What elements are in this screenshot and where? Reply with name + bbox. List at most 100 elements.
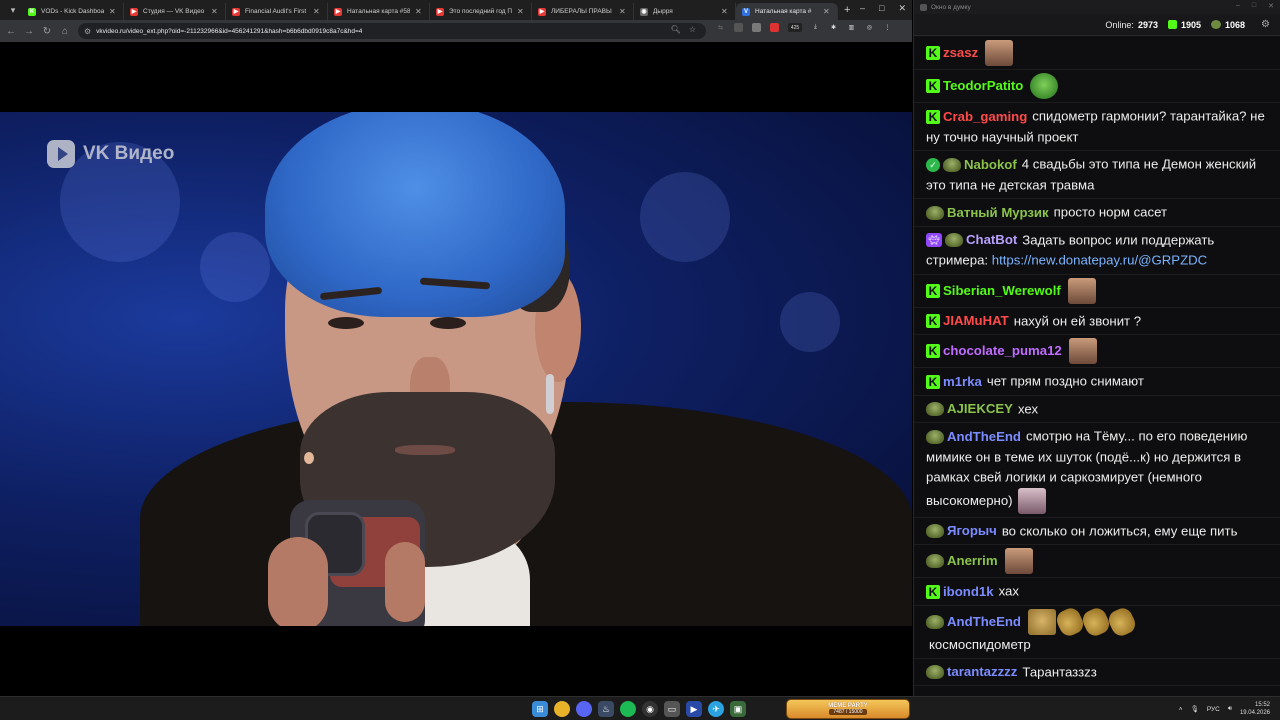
chat-link[interactable]: https://new.donatepay.ru/@GRPZDC xyxy=(992,253,1207,268)
microphone-icon[interactable]: 🎙︎ xyxy=(1191,705,1199,713)
browser-tab[interactable]: ▶ Натальная карта #58 Ä ✕ xyxy=(328,3,430,20)
sidebar-icon[interactable]: ▥ xyxy=(847,23,856,32)
chat-message-text: чет прям поздно снимают xyxy=(986,373,1144,389)
new-tab-button[interactable]: + xyxy=(844,4,850,16)
watermark-text: VK Видео xyxy=(83,143,175,164)
spotify-icon[interactable] xyxy=(620,701,636,717)
chat-username[interactable]: zsasz xyxy=(943,45,978,60)
chrome-icon[interactable] xyxy=(554,701,570,717)
site-info-icon[interactable]: ⚙ xyxy=(84,27,91,36)
chat-username[interactable]: AndTheEnd xyxy=(947,429,1021,444)
video-frame[interactable]: VK Видео xyxy=(0,112,912,626)
tab-close-icon[interactable]: ✕ xyxy=(619,7,627,16)
maximize-button[interactable]: □ xyxy=(879,3,884,14)
chat-username[interactable]: Ватный Мурзик xyxy=(947,205,1049,220)
steam-icon[interactable]: ♨ xyxy=(598,701,614,717)
obs-icon[interactable]: ◉ xyxy=(642,701,658,717)
chat-message: ✓ Nabokof 4 свадьбы это типа не Демон женс… xyxy=(914,151,1280,200)
chat-message: tarantazzzz Тарантаззzз xyxy=(914,659,1280,687)
tab-close-icon[interactable]: ✕ xyxy=(211,7,219,16)
chat-username[interactable]: chocolate_puma12 xyxy=(943,343,1062,358)
settings-gear-icon[interactable]: ⚙ xyxy=(1261,19,1270,30)
tab-close-icon[interactable]: ✕ xyxy=(415,7,423,16)
browser-tab[interactable]: ▶ Это последний год Пу ✕ xyxy=(430,3,532,20)
chat-username[interactable]: Ягорыч xyxy=(947,523,997,538)
cast-icon[interactable]: ⇆ xyxy=(716,23,725,32)
browser-tab[interactable]: V Натальная карта # ✕ xyxy=(736,3,838,20)
language-indicator[interactable]: РУС xyxy=(1207,706,1220,713)
tab-search-icon[interactable]: ▾ xyxy=(4,3,22,17)
extension-icon[interactable] xyxy=(734,23,743,32)
puzzle-icon[interactable]: ✱ xyxy=(829,23,838,32)
chat-username[interactable]: AndTheEnd xyxy=(947,614,1021,629)
extension-icon[interactable] xyxy=(770,23,779,32)
chat-username[interactable]: tarantazzzz xyxy=(947,664,1017,679)
discord-icon[interactable] xyxy=(576,701,592,717)
chat-username[interactable]: Anerrim xyxy=(947,553,998,568)
url-text[interactable]: vkvideo.ru/video_ext.php?oid=-211232966&… xyxy=(96,28,362,35)
tab-close-icon[interactable]: ✕ xyxy=(721,7,729,16)
clock[interactable]: 15:52 19.04.2026 xyxy=(1240,701,1270,717)
zoom-icon[interactable]: 🔍︎ xyxy=(671,25,681,34)
chat-message-list[interactable]: Kzsasz K TeodorPatito K Crab_gaming спидометр… xyxy=(914,37,1280,687)
meme-party-progress: 7487 / 15000 xyxy=(829,709,867,715)
pepe-badge-icon xyxy=(926,205,944,220)
face-emote-icon xyxy=(1067,277,1096,304)
tab-favicon-icon: K xyxy=(28,7,36,16)
chat-username[interactable]: JIAMuHAT xyxy=(943,313,1009,328)
reload-icon[interactable]: ↻ xyxy=(42,26,52,37)
chat-username[interactable]: TeodorPatito xyxy=(943,78,1023,93)
browser-tab[interactable]: ▶ Студия — VK Видео Li ✕ xyxy=(124,3,226,20)
tab-title: Натальная карта #58 Ä xyxy=(347,8,410,15)
tab-close-icon[interactable]: ✕ xyxy=(109,7,117,16)
pepe-badge-icon xyxy=(926,524,944,539)
download-icon[interactable]: ⤓ xyxy=(811,23,820,32)
tab-close-icon[interactable]: ✕ xyxy=(517,7,525,16)
chat-username[interactable]: m1rka xyxy=(943,374,982,389)
chat-maximize-button[interactable]: □ xyxy=(1252,2,1256,10)
extension-badge[interactable]: 425 xyxy=(788,23,802,32)
lizard-emote-icon xyxy=(1053,604,1087,639)
tab-close-icon[interactable]: ✕ xyxy=(313,7,321,16)
minimize-button[interactable]: – xyxy=(860,3,865,14)
video-player[interactable]: VK Видео xyxy=(0,42,912,696)
home-icon[interactable]: ⌂ xyxy=(60,26,70,37)
forward-icon[interactable]: → xyxy=(24,26,34,37)
chat-close-button[interactable]: ✕ xyxy=(1268,2,1274,10)
app-icon[interactable]: ▭ xyxy=(664,701,680,717)
extension-icon[interactable] xyxy=(752,23,761,32)
chevron-up-icon[interactable]: ˄ xyxy=(1179,706,1183,713)
close-button[interactable]: ✕ xyxy=(898,3,906,14)
meme-party-widget[interactable]: MEME PARTY 7487 / 15000 xyxy=(786,699,910,719)
pepe-icon xyxy=(1211,20,1221,29)
chat-message: Anerrim xyxy=(914,545,1280,579)
bookmark-star-icon[interactable]: ☆ xyxy=(689,25,696,34)
chat-message: AJIEKCEY хех xyxy=(914,396,1280,424)
chat-username[interactable]: ibond1k xyxy=(943,584,994,599)
browser-tab[interactable]: ◉ Дырря ✕ xyxy=(634,3,736,20)
chat-window-titlebar: Окно в думку – □ ✕ xyxy=(914,0,1280,14)
browser-tab[interactable]: K VODs - Kick Dashboard ✕ xyxy=(22,3,124,20)
tab-close-icon[interactable]: ✕ xyxy=(823,7,831,16)
chat-minimize-button[interactable]: – xyxy=(1236,2,1240,10)
speaker-icon[interactable]: 🔊︎ xyxy=(1228,705,1232,713)
telegram-icon[interactable]: ✈ xyxy=(708,701,724,717)
tab-title: ЛИБЕРАЛЫ ПРАВЫ ВС xyxy=(551,8,614,15)
chat-username[interactable]: Nabokof xyxy=(964,157,1017,172)
menu-icon[interactable]: ⋮ xyxy=(883,23,892,32)
browser-tab[interactable]: ▶ ЛИБЕРАЛЫ ПРАВЫ ВС ✕ xyxy=(532,3,634,20)
tab-title: Дырря xyxy=(653,8,673,15)
chat-username[interactable]: Siberian_Werewolf xyxy=(943,283,1061,298)
tab-title: VODs - Kick Dashboard xyxy=(41,8,104,15)
address-bar[interactable]: ⚙ vkvideo.ru/video_ext.php?oid=-21123296… xyxy=(78,23,706,39)
app-icon[interactable]: ▣ xyxy=(730,701,746,717)
back-icon[interactable]: ← xyxy=(6,26,16,37)
kick-badge-icon: K xyxy=(926,46,940,60)
start-icon[interactable]: ⊞ xyxy=(532,701,548,717)
chat-username[interactable]: AJIEKCEY xyxy=(947,401,1013,416)
player-icon[interactable]: ▶ xyxy=(686,701,702,717)
chat-username[interactable]: Crab_gaming xyxy=(943,109,1027,124)
chat-username[interactable]: ChatBot xyxy=(966,232,1017,247)
browser-tab[interactable]: ▶ Financial Audit's First F ✕ xyxy=(226,3,328,20)
profile-icon[interactable]: ◎ xyxy=(865,23,874,32)
